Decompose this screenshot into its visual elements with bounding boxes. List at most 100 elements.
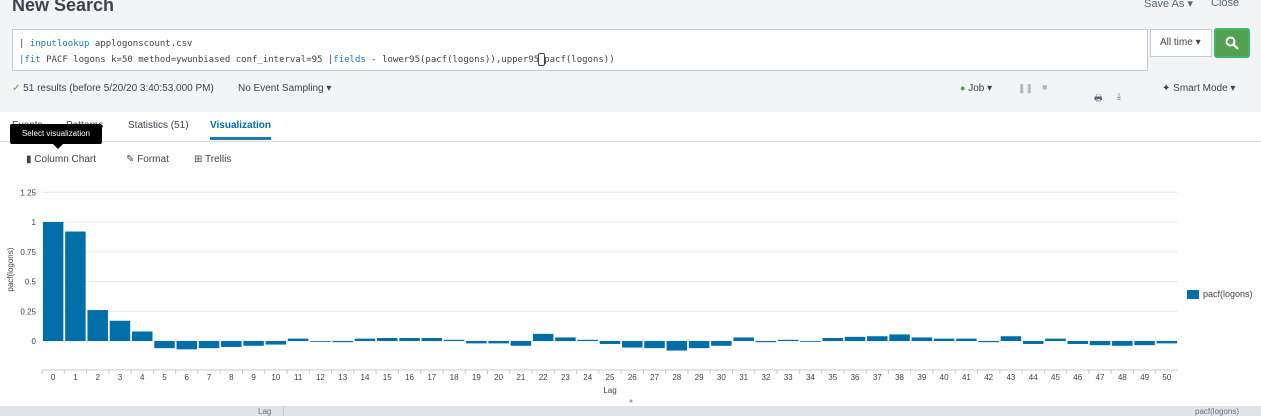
bar-lag-36 xyxy=(844,336,866,341)
caret-down-icon: ▾ xyxy=(326,83,332,94)
x-tick-label: 43 xyxy=(1006,373,1015,382)
bar-lag-19 xyxy=(466,341,487,344)
x-tick-label: 0 xyxy=(51,373,56,382)
bar-lag-23 xyxy=(555,337,576,341)
x-tick-label: 14 xyxy=(361,373,370,382)
results-tabs: Events Patterns Statistics (51) Visualiz… xyxy=(0,112,1261,142)
x-tick-label: 19 xyxy=(472,373,481,382)
y-tick-label: 0.75 xyxy=(20,248,36,257)
bar-lag-5 xyxy=(154,341,175,349)
bar-lag-12 xyxy=(310,341,331,342)
bar-lag-45 xyxy=(1045,338,1066,341)
bar-lag-6 xyxy=(176,341,198,350)
chart-type-label: Column Chart xyxy=(34,154,96,165)
x-tick-label: 37 xyxy=(873,373,882,382)
x-tick-label: 39 xyxy=(917,373,926,382)
save-as-label: Save As xyxy=(1144,0,1185,10)
trellis-button[interactable]: ⊞ Trellis xyxy=(194,154,231,165)
pencil-icon: ✎ xyxy=(126,154,135,165)
tab-visualization[interactable]: Visualization xyxy=(210,120,271,131)
column-chart-button[interactable]: ▮ Column Chart xyxy=(26,154,96,165)
x-tick-label: 42 xyxy=(984,373,993,382)
x-tick-label: 12 xyxy=(316,373,325,382)
chart-legend[interactable]: pacf(logons) xyxy=(1187,289,1253,299)
bar-lag-33 xyxy=(777,339,799,341)
x-tick-label: 45 xyxy=(1051,373,1060,382)
bar-lag-43 xyxy=(1000,336,1022,341)
x-tick-label: 48 xyxy=(1118,373,1127,382)
y-tick-label: 1.25 xyxy=(20,188,36,197)
x-tick-label: 22 xyxy=(539,373,548,382)
bar-lag-7 xyxy=(198,341,220,349)
caret-down-icon: ▾ xyxy=(1187,0,1193,10)
checkmark-icon: ✓ xyxy=(12,83,21,94)
job-menu[interactable]: ● Job ▾ xyxy=(960,83,992,94)
query-text: - lower95(pacf(logons)),upper95 xyxy=(365,55,540,65)
bar-lag-16 xyxy=(399,338,420,341)
stop-icon[interactable]: ■ xyxy=(1042,82,1047,92)
x-tick-label: 7 xyxy=(207,373,212,382)
pacf-column-chart: 1.2510.750.50.250pacf(logons)0 1 2 3 4 5 6 7 8 9 1… xyxy=(6,188,1178,403)
query-text: applogonscount.csv xyxy=(89,39,193,49)
bar-lag-25 xyxy=(599,341,621,344)
bar-lag-11 xyxy=(287,338,309,341)
search-icon xyxy=(1225,36,1239,50)
x-tick-label: 46 xyxy=(1073,373,1082,382)
x-tick-label: 16 xyxy=(405,373,414,382)
x-tick-label: 27 xyxy=(650,373,659,382)
search-button[interactable] xyxy=(1214,28,1250,58)
search-mode-dropdown[interactable]: ✦ Smart Mode ▾ xyxy=(1162,83,1235,94)
save-as-button[interactable]: Save As ▾ xyxy=(1144,0,1193,10)
job-status-icon: ● xyxy=(960,83,966,93)
bar-lag-31 xyxy=(733,337,754,341)
column-header-pacf[interactable]: pacf(logons) xyxy=(1195,407,1239,416)
bar-lag-0 xyxy=(42,222,64,341)
x-tick-label: 32 xyxy=(761,373,770,382)
bar-lag-13 xyxy=(332,341,353,343)
column-header-lag[interactable]: Lag xyxy=(258,407,271,416)
bar-lag-42 xyxy=(978,341,999,343)
x-tick-label: 40 xyxy=(940,373,949,382)
bar-lag-35 xyxy=(822,338,843,341)
bar-lag-9 xyxy=(243,341,264,346)
event-sampling-dropdown[interactable]: No Event Sampling ▾ xyxy=(238,83,331,94)
legend-swatch xyxy=(1187,289,1199,299)
x-tick-label: 3 xyxy=(118,373,123,382)
format-button[interactable]: ✎ Format xyxy=(126,154,169,165)
print-icon[interactable]: 🖶 xyxy=(1094,91,1103,107)
x-tick-label: 5 xyxy=(162,373,167,382)
bar-lag-40 xyxy=(933,338,955,341)
x-tick-label: 36 xyxy=(851,373,860,382)
x-tick-label: 8 xyxy=(229,373,234,382)
x-tick-label: 33 xyxy=(784,373,793,382)
bar-lag-1 xyxy=(65,231,86,341)
bar-lag-41 xyxy=(956,338,977,341)
bar-lag-49 xyxy=(1134,341,1155,346)
close-button[interactable]: Close xyxy=(1211,0,1239,9)
pause-icon[interactable]: ❚❚ xyxy=(1018,83,1033,94)
bar-lag-22 xyxy=(532,333,554,341)
bar-lag-34 xyxy=(800,341,821,342)
x-tick-label: 17 xyxy=(427,373,436,382)
bar-lag-37 xyxy=(867,336,888,341)
bulb-icon: ✦ xyxy=(1162,83,1171,94)
download-icon[interactable]: ⤓ xyxy=(1117,91,1121,102)
x-tick-label: 15 xyxy=(383,373,392,382)
trellis-label: Trellis xyxy=(205,154,232,165)
time-range-picker[interactable]: All time ▾ xyxy=(1150,29,1212,57)
query-command: fit xyxy=(24,55,41,65)
statistics-table-header xyxy=(0,406,1261,416)
bar-lag-18 xyxy=(443,339,465,341)
x-tick-label: 10 xyxy=(271,373,280,382)
query-command: inputlookup xyxy=(29,39,90,49)
x-tick-label: 23 xyxy=(561,373,570,382)
tab-statistics[interactable]: Statistics (51) xyxy=(128,120,189,131)
y-tick-label: 0.25 xyxy=(20,307,36,316)
bar-lag-28 xyxy=(666,341,688,351)
column-divider xyxy=(283,406,284,416)
search-query-input[interactable]: | inputlookup applogonscount.csv |fit PA… xyxy=(12,29,1148,71)
x-tick-label: 35 xyxy=(828,373,837,382)
page-title: New Search xyxy=(12,0,115,15)
grid-icon: ⊞ xyxy=(194,154,203,165)
x-tick-label: 9 xyxy=(251,373,256,382)
